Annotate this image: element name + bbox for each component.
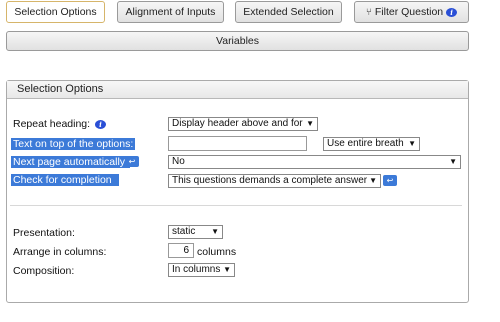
- check-completion-label: Check for completion: [11, 174, 119, 186]
- tab-filter-question[interactable]: ⑂ Filter Question i: [354, 1, 469, 23]
- chevron-down-icon: ▼: [449, 157, 457, 166]
- check-completion-select[interactable]: This questions demands a complete answer…: [168, 174, 381, 188]
- text-on-top-label: Text on top of the options:: [11, 138, 136, 150]
- variables-label: Variables: [216, 35, 259, 47]
- tab-alignment-of-inputs[interactable]: Alignment of Inputs: [117, 1, 224, 23]
- chevron-down-icon: ▼: [408, 139, 416, 148]
- info-icon[interactable]: i: [95, 120, 106, 129]
- repeat-heading-label: Repeat heading: i: [13, 118, 106, 130]
- composition-value: In columns: [172, 264, 221, 275]
- variables-button[interactable]: Variables: [6, 31, 469, 51]
- presentation-label: Presentation:: [13, 227, 75, 239]
- chevron-down-icon: ▼: [306, 119, 314, 128]
- columns-unit: columns: [197, 246, 237, 258]
- divider: [10, 205, 462, 206]
- help-icon[interactable]: ↩: [125, 156, 139, 167]
- info-icon[interactable]: i: [446, 7, 458, 17]
- chevron-down-icon: ▼: [211, 227, 219, 236]
- tab-label: Alignment of Inputs: [125, 6, 216, 18]
- repeat-heading-select[interactable]: Display header above and for ▼: [168, 117, 318, 131]
- check-completion-text: Check for completion: [13, 174, 112, 186]
- panel-title: Selection Options: [7, 81, 468, 99]
- composition-label: Composition:: [13, 265, 75, 277]
- help-icon[interactable]: ↩: [383, 175, 397, 186]
- next-page-value: No: [172, 156, 185, 167]
- selection-options-panel: Selection Options: [6, 80, 469, 303]
- repeat-heading-value: Display header above and for: [172, 118, 303, 129]
- tab-label: Selection Options: [14, 6, 97, 18]
- presentation-select[interactable]: static ▼: [168, 225, 223, 239]
- composition-select[interactable]: In columns ▼: [168, 263, 235, 277]
- tab-selection-options[interactable]: Selection Options: [6, 1, 105, 23]
- arrange-columns-label: Arrange in columns:: [13, 246, 107, 258]
- tab-label: Extended Selection: [243, 6, 334, 18]
- next-page-text: Next page automatically:: [11, 156, 130, 168]
- chevron-down-icon: ▼: [369, 176, 377, 185]
- tab-extended-selection[interactable]: Extended Selection: [235, 1, 342, 23]
- next-page-label: Next page automatically:: [11, 156, 130, 168]
- columns-count-input[interactable]: [168, 243, 194, 258]
- chevron-down-icon: ▼: [223, 265, 231, 274]
- text-on-top-input[interactable]: [168, 136, 307, 151]
- width-select[interactable]: Use entire breath ▼: [323, 137, 420, 151]
- repeat-heading-text: Repeat heading:: [13, 118, 91, 130]
- tab-label: Filter Question: [374, 6, 444, 18]
- presentation-value: static: [172, 226, 196, 237]
- filter-icon: ⑂: [365, 6, 372, 18]
- width-select-value: Use entire breath: [327, 138, 404, 149]
- check-completion-value: This questions demands a complete answer: [172, 175, 368, 186]
- next-page-select[interactable]: No ▼: [168, 155, 461, 169]
